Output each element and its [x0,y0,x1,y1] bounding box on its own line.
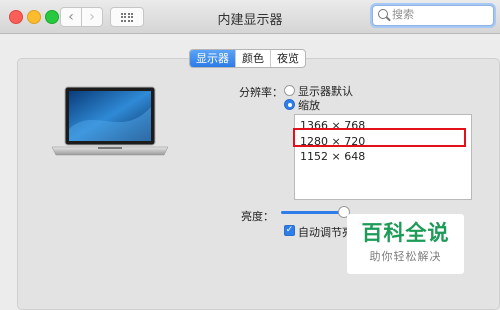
brightness-slider[interactable] [281,211,345,214]
grid-icon [120,12,134,22]
radio-scaled[interactable] [284,99,295,110]
tab-display[interactable]: 显示器 [190,50,235,67]
chevron-right-icon: › [89,9,95,25]
back-button[interactable]: ‹ [60,7,82,27]
resolution-list[interactable]: 1366 × 768 1280 × 720 1152 × 648 [294,114,472,200]
auto-brightness-checkbox[interactable]: ✓ [284,225,295,236]
show-all-button[interactable] [110,7,144,27]
search-icon [378,9,388,19]
watermark-title: 百科全说 [361,221,450,245]
resolution-label: 分辨率： [239,86,283,99]
forward-button[interactable]: › [81,7,103,27]
tab-color[interactable]: 颜色 [235,50,270,67]
tab-night-shift[interactable]: 夜览 [270,50,305,67]
tab-bar: 显示器 颜色 夜览 [189,49,306,68]
watermark-logo: 百科全说 助你轻松解决 [347,214,464,274]
option-scaled-label: 缩放 [298,99,320,112]
minimize-button[interactable] [27,10,41,24]
title-bar: ‹ › 内建显示器 [0,0,500,34]
laptop-icon [51,86,169,156]
window-title: 内建显示器 [217,13,283,28]
resolution-item[interactable]: 1152 × 648 [300,150,365,163]
close-button[interactable] [9,10,23,24]
watermark-subtitle: 助你轻松解决 [369,250,442,263]
search-field[interactable] [372,5,494,26]
search-input[interactable] [392,8,487,21]
selection-highlight-box [293,128,466,147]
radio-default-for-display[interactable] [284,85,295,96]
brightness-label: 亮度： [241,210,274,223]
chevron-left-icon: ‹ [68,9,74,25]
zoom-button[interactable] [45,10,59,24]
